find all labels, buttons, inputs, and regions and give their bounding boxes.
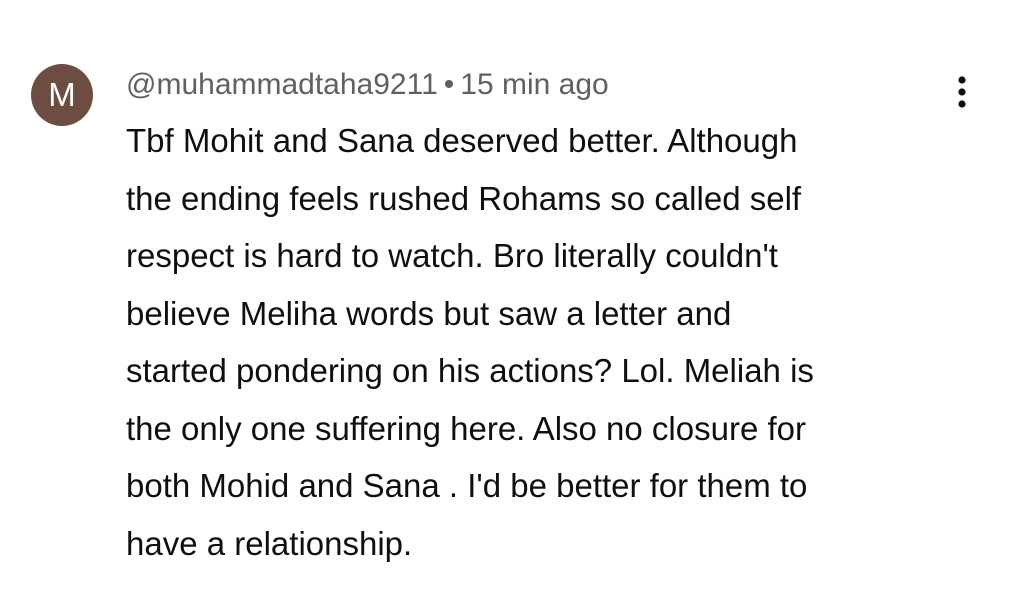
comment-text-line: the only one suffering here. Also no clo… — [126, 409, 806, 447]
comment-text-line: started pondering on his actions? Lol. M… — [126, 352, 814, 389]
comment-timestamp[interactable]: 15 min ago — [460, 68, 608, 101]
comment-text: Tbf Mohit and Sana deserved better. Alth… — [126, 112, 956, 572]
meta-separator: • — [443, 68, 455, 101]
comment-text-line: respect is hard to watch. Bro literally … — [126, 237, 778, 274]
comment-text-line: Tbf Mohit and Sana deserved better. Alth… — [126, 122, 798, 159]
more-vertical-icon — [958, 76, 966, 108]
comment-text-line: both Mohid and Sana . I'd be better for … — [126, 467, 808, 504]
comment-text-line: the ending feels rushed Rohams so called… — [126, 179, 802, 217]
comment-thread: M @muhammadtaha9211 • 15 min ago Tbf Mohit… — [0, 0, 1024, 590]
avatar-initial: M — [48, 76, 76, 113]
comment-menu-button[interactable] — [940, 70, 984, 114]
comment-text-line: have a relationship. — [126, 524, 413, 562]
comment-text-line: believe Meliha words but saw a letter an… — [126, 294, 732, 332]
author-handle[interactable]: @muhammadtaha9211 — [126, 68, 438, 101]
avatar[interactable]: M — [31, 64, 93, 126]
comment-header: @muhammadtaha9211 • 15 min ago — [126, 64, 609, 106]
